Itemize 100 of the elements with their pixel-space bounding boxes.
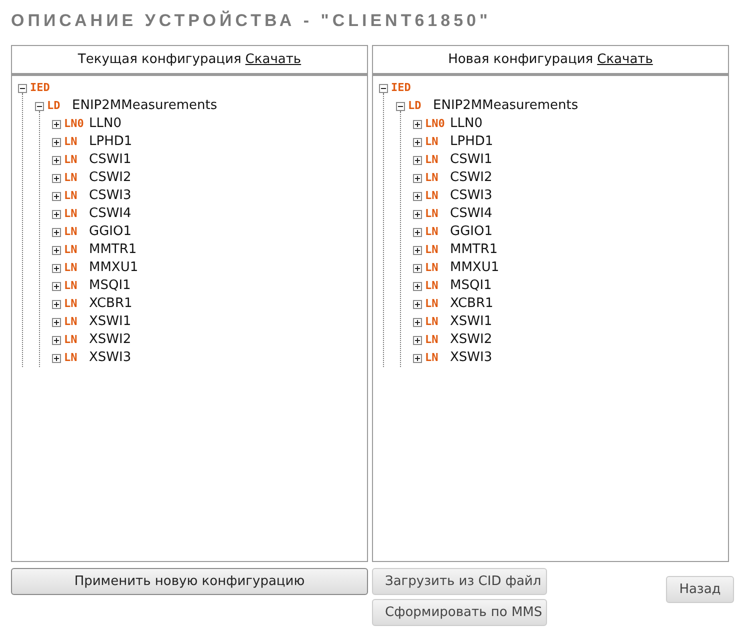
panel-heading: Текущая конфигурация bbox=[78, 50, 242, 69]
tree-node-label[interactable]: XSWI3 bbox=[450, 348, 492, 368]
tree-node-label[interactable]: CSWI3 bbox=[89, 186, 132, 206]
expand-icon[interactable] bbox=[413, 282, 422, 290]
tree-node-label[interactable]: MSQI1 bbox=[89, 276, 131, 296]
expand-icon[interactable] bbox=[52, 174, 61, 182]
node-type-label: LN bbox=[425, 278, 440, 294]
tree-node-label[interactable]: GGIO1 bbox=[450, 222, 492, 242]
expand-icon[interactable] bbox=[413, 174, 422, 182]
build-mms-button[interactable]: Сформировать по MMS bbox=[372, 599, 547, 626]
tree-node-label[interactable]: XCBR1 bbox=[89, 294, 132, 314]
node-type-label: LN bbox=[64, 242, 78, 258]
download-link[interactable]: Скачать bbox=[597, 50, 653, 70]
node-type-label: LN bbox=[425, 206, 440, 222]
expand-icon[interactable] bbox=[52, 246, 61, 254]
tree-node-label[interactable]: ENIP2MMeasurements bbox=[72, 96, 218, 116]
node-type-label: LN bbox=[64, 260, 78, 276]
node-type-label: LN bbox=[425, 332, 440, 348]
node-type-label: LN bbox=[64, 314, 78, 330]
node-type-label: LN bbox=[64, 188, 78, 204]
tree-node-label[interactable]: XSWI2 bbox=[450, 330, 492, 350]
expand-icon[interactable] bbox=[413, 336, 422, 344]
collapse-icon[interactable] bbox=[35, 102, 44, 110]
node-type-label: LN bbox=[64, 332, 78, 348]
node-type-label: LN bbox=[425, 152, 440, 168]
download-link[interactable]: Скачать bbox=[245, 50, 302, 70]
expand-icon[interactable] bbox=[413, 228, 422, 236]
tree-node-label[interactable]: LPHD1 bbox=[89, 132, 132, 152]
tree-node-label[interactable]: CSWI2 bbox=[89, 168, 132, 188]
expand-icon[interactable] bbox=[52, 228, 61, 236]
expand-icon[interactable] bbox=[413, 192, 422, 200]
collapse-icon[interactable] bbox=[396, 102, 405, 110]
node-type-label: LN bbox=[425, 260, 440, 276]
expand-icon[interactable] bbox=[413, 354, 422, 362]
tree-node-label[interactable]: GGIO1 bbox=[89, 222, 132, 242]
node-type-label: LN bbox=[64, 350, 78, 366]
node-type-label: LN bbox=[64, 170, 78, 186]
node-type-label: LN bbox=[425, 188, 440, 204]
tree-node-label[interactable]: CSWI4 bbox=[89, 204, 132, 224]
tree-node-label[interactable]: MMTR1 bbox=[450, 240, 498, 260]
expand-icon[interactable] bbox=[413, 246, 422, 254]
node-type-label: LN bbox=[64, 224, 78, 240]
node-type-label: LD bbox=[47, 98, 62, 114]
node-type-label: LN0 bbox=[425, 116, 446, 132]
node-type-label: LD bbox=[408, 98, 422, 114]
tree-node-label[interactable]: XSWI1 bbox=[450, 312, 492, 332]
load-cid-button[interactable]: Загрузить из CID файл bbox=[372, 568, 547, 595]
expand-icon[interactable] bbox=[413, 120, 422, 128]
tree-node-label[interactable]: ENIP2MMeasurements bbox=[433, 96, 578, 116]
tree-node-label[interactable]: LLN0 bbox=[450, 114, 482, 134]
panel-heading: Новая конфигурация bbox=[448, 50, 594, 69]
node-type-label: LN bbox=[64, 206, 78, 222]
node-type-label: LN bbox=[425, 170, 440, 186]
tree-node-label[interactable]: XSWI1 bbox=[89, 312, 132, 332]
expand-icon[interactable] bbox=[413, 138, 422, 146]
expand-icon[interactable] bbox=[52, 138, 61, 146]
expand-icon[interactable] bbox=[52, 192, 61, 200]
node-type-label: LN bbox=[64, 134, 78, 150]
node-type-label: IED bbox=[30, 80, 51, 96]
expand-icon[interactable] bbox=[52, 210, 61, 218]
tree-node-label[interactable]: MMXU1 bbox=[89, 258, 138, 278]
expand-icon[interactable] bbox=[52, 318, 61, 326]
tree-node-label[interactable]: CSWI2 bbox=[450, 168, 492, 188]
expand-icon[interactable] bbox=[52, 264, 61, 272]
tree-node-label[interactable]: CSWI4 bbox=[450, 204, 492, 224]
collapse-icon[interactable] bbox=[379, 84, 388, 92]
apply-button[interactable]: Применить новую конфигурацию bbox=[11, 568, 368, 595]
collapse-icon[interactable] bbox=[18, 84, 27, 92]
node-type-label: LN bbox=[64, 296, 78, 312]
tree-node-label[interactable]: MMTR1 bbox=[89, 240, 137, 260]
node-type-label: LN bbox=[425, 350, 440, 366]
node-type-label: LN bbox=[425, 224, 440, 240]
expand-icon[interactable] bbox=[413, 156, 422, 164]
node-type-label: LN bbox=[425, 314, 440, 330]
tree-node-label[interactable]: XCBR1 bbox=[450, 294, 494, 314]
tree-node-label[interactable]: CSWI1 bbox=[89, 150, 132, 170]
node-type-label: LN bbox=[425, 296, 440, 312]
tree-node-label[interactable]: LPHD1 bbox=[450, 132, 494, 152]
expand-icon[interactable] bbox=[52, 336, 61, 344]
expand-icon[interactable] bbox=[52, 354, 61, 362]
expand-icon[interactable] bbox=[52, 282, 61, 290]
expand-icon[interactable] bbox=[413, 300, 422, 308]
page-title: ОПИСАНИЕ УСТРОЙСТВА - "CLIENT61850" bbox=[11, 10, 492, 30]
tree-node-label[interactable]: LLN0 bbox=[89, 114, 122, 134]
expand-icon[interactable] bbox=[52, 300, 61, 308]
node-type-label: LN bbox=[425, 242, 440, 258]
expand-icon[interactable] bbox=[413, 210, 422, 218]
expand-icon[interactable] bbox=[413, 264, 422, 272]
tree-node-label[interactable]: CSWI3 bbox=[450, 186, 492, 206]
expand-icon[interactable] bbox=[52, 120, 61, 128]
node-type-label: IED bbox=[391, 80, 412, 96]
tree-node-label[interactable]: XSWI3 bbox=[89, 348, 132, 368]
tree-node-label[interactable]: MSQI1 bbox=[450, 276, 492, 296]
expand-icon[interactable] bbox=[413, 318, 422, 326]
tree-node-label[interactable]: CSWI1 bbox=[450, 150, 492, 170]
expand-icon[interactable] bbox=[52, 156, 61, 164]
tree-node-label[interactable]: MMXU1 bbox=[450, 258, 500, 278]
tree-node-label[interactable]: XSWI2 bbox=[89, 330, 132, 350]
node-type-label: LN0 bbox=[64, 116, 85, 132]
back-button[interactable]: Назад bbox=[666, 576, 734, 603]
